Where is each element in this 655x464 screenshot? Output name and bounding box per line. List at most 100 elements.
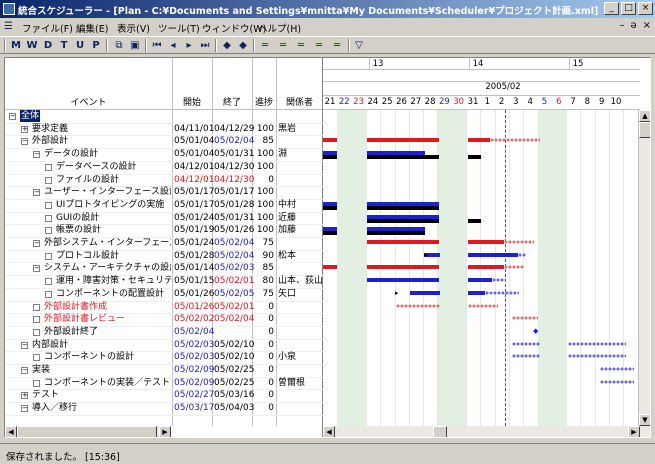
task-end[interactable]: 05/03/16 (214, 389, 254, 401)
day-view-button[interactable]: D (41, 39, 55, 52)
task-checkbox[interactable] (45, 227, 52, 235)
task-end[interactable]: 05/02/01 (214, 275, 254, 287)
task-checkbox[interactable] (33, 303, 40, 311)
gantt-bar[interactable] (512, 341, 540, 346)
task-checkbox[interactable] (45, 214, 52, 222)
gantt-chart[interactable]: ▸ ▸ ◆ (323, 110, 640, 426)
collapse-icon[interactable]: − (9, 113, 16, 120)
gantt-bar[interactable] (468, 155, 481, 160)
gantt-bar[interactable] (504, 265, 524, 270)
expand-icon[interactable]: + (21, 125, 28, 133)
task-progress[interactable]: 0 (254, 339, 274, 351)
task-progress[interactable]: 100 (254, 199, 274, 211)
task-people[interactable]: 山本、荻山 (278, 275, 322, 287)
task-name[interactable]: データの設計 (44, 148, 98, 160)
scroll-down-icon[interactable]: ▼ (639, 414, 650, 426)
task-people[interactable]: 淵 (278, 148, 287, 160)
gantt-bar[interactable] (367, 138, 439, 143)
vertical-scrollbar[interactable]: ▲ ▼ (638, 110, 650, 426)
task-people[interactable]: 松本 (278, 250, 296, 262)
task-name[interactable]: 全体 (20, 110, 41, 122)
gantt-bar[interactable] (468, 265, 504, 270)
gantt-bar[interactable] (600, 367, 634, 371)
prev-icon[interactable]: ◂ (166, 39, 180, 52)
project-view-button[interactable]: P (89, 39, 103, 52)
task-progress[interactable]: 0 (254, 364, 274, 376)
gantt-bar[interactable] (468, 138, 490, 143)
gantt-bar[interactable] (468, 218, 481, 223)
menu-file[interactable]: ファイル(F) (22, 21, 73, 35)
task-end[interactable]: 05/04/03 (214, 402, 254, 414)
gantt-bar[interactable] (468, 303, 498, 308)
task-start[interactable]: 05/02/03 (174, 339, 214, 351)
gantt-bar[interactable] (323, 155, 337, 160)
gantt-bar[interactable] (367, 278, 439, 283)
task-progress[interactable]: 90 (254, 250, 274, 262)
task-start[interactable]: 05/01/24 (174, 237, 214, 249)
task-name[interactable]: コンポーネントの配置設計 (56, 288, 164, 300)
task-name[interactable]: 外部設計 (32, 135, 68, 147)
collapse-icon[interactable]: − (33, 240, 40, 247)
task-name[interactable]: ユーザー・インターフェース設計 (44, 186, 171, 198)
gantt-bar[interactable] (568, 354, 626, 359)
gantt-bar[interactable] (323, 265, 337, 270)
gantt-bar[interactable] (512, 316, 538, 321)
gantt-bar[interactable] (367, 205, 439, 210)
scroll-up-icon[interactable]: ▲ (639, 110, 650, 122)
task-progress[interactable]: 75 (254, 288, 274, 300)
gantt-bar[interactable] (485, 290, 519, 295)
task-progress[interactable]: 100 (254, 148, 274, 160)
task-progress[interactable]: 0 (254, 301, 274, 313)
task-name[interactable]: コンポーネントの設計 (44, 351, 134, 363)
scroll-right-icon[interactable]: ▶ (159, 426, 171, 437)
mdi-close-button[interactable]: × (643, 20, 651, 31)
gantt-bar[interactable] (504, 240, 534, 244)
gantt-bar[interactable] (367, 265, 439, 270)
task-start[interactable]: 05/01/26 (174, 301, 214, 313)
collapse-icon[interactable]: − (21, 405, 28, 413)
task-end[interactable]: 05/02/10 (214, 339, 254, 351)
task-checkbox[interactable] (45, 163, 52, 171)
task-people[interactable]: 近藤 (278, 212, 296, 224)
task-start[interactable]: 05/02/09 (174, 377, 214, 389)
scroll-thumb-h[interactable] (433, 426, 447, 437)
column-progress[interactable]: 進捗 (252, 95, 276, 108)
align2-icon[interactable]: ═ (276, 39, 290, 52)
task-progress[interactable] (254, 110, 274, 122)
task-end[interactable]: 05/01/17 (214, 186, 254, 198)
task-name[interactable]: 外部設計終了 (44, 326, 98, 338)
expand-icon[interactable]: + (21, 392, 28, 400)
task-start[interactable]: 05/01/19 (174, 224, 214, 236)
task-name[interactable]: 内部設計 (32, 339, 68, 351)
column-people[interactable]: 関係者 (276, 95, 323, 108)
task-progress[interactable]: 100 (254, 212, 274, 224)
gantt-bar[interactable] (490, 138, 540, 143)
gantt-bar[interactable] (367, 240, 439, 244)
task-progress[interactable]: 100 (254, 224, 274, 236)
task-end[interactable]: 04/12/29 (214, 123, 254, 135)
task-name[interactable]: 外部設計書作成 (44, 301, 107, 313)
task-progress[interactable]: 80 (254, 275, 274, 287)
task-progress[interactable]: 75 (254, 237, 274, 249)
task-start[interactable]: 05/01/17 (174, 199, 214, 211)
gantt-bar[interactable] (468, 290, 485, 295)
task-checkbox[interactable] (33, 354, 40, 362)
task-name[interactable]: 実装 (32, 364, 50, 376)
align1-icon[interactable]: ═ (258, 39, 272, 52)
task-end[interactable]: 05/02/10 (214, 351, 254, 363)
task-view-button[interactable]: T (57, 39, 71, 52)
task-progress[interactable]: 0 (254, 326, 274, 338)
align4-icon[interactable]: ═ (312, 39, 326, 52)
gantt-bar[interactable] (323, 231, 337, 236)
column-event[interactable]: イベント (5, 95, 172, 108)
first-icon[interactable]: ⏮ (150, 39, 164, 52)
task-checkbox[interactable] (45, 290, 52, 298)
task-progress[interactable]: 0 (254, 313, 274, 325)
task-name[interactable]: 運用・障害対策・セキュリティの設 (56, 275, 171, 287)
task-checkbox[interactable] (45, 176, 52, 184)
gantt-bar[interactable] (518, 252, 526, 257)
task-start[interactable]: 05/01/28 (174, 250, 214, 262)
horizontal-scrollbar-left[interactable]: ◀ ▶ (5, 426, 171, 437)
task-end[interactable]: 05/01/26 (214, 224, 254, 236)
collapse-icon[interactable]: − (33, 189, 40, 197)
